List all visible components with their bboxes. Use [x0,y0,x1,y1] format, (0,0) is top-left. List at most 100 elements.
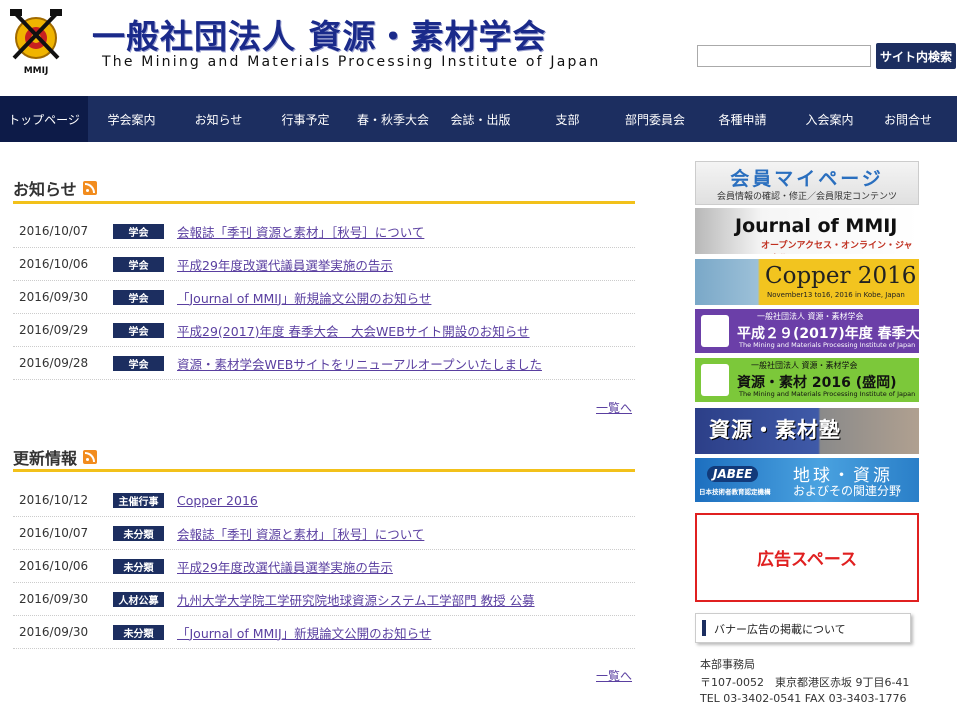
update-link[interactable]: Copper 2016 [177,493,258,508]
nav-item-applications[interactable]: 各種申請 [699,96,786,142]
category-badge: 未分類 [113,624,164,640]
update-date: 2016/09/30 [19,592,89,606]
mmij-logo[interactable]: MMIJ [8,8,64,76]
category-badge: 学会 [113,355,164,371]
autumn-meeting-banner[interactable]: 一般社団法人 資源・素材学会 資源・素材 2016 (盛岡) The Minin… [695,358,919,402]
journal-subtitle: オープンアクセス・オンライン・ジャーナル [761,241,913,251]
list-item: 2016/10/06 学会 平成29年度改選代議員選挙実施の告示 [13,248,635,281]
list-item: 2016/09/30 人材公募 九州大学大学院工学研究院地球資源システム工学部門… [13,583,635,616]
search-input[interactable] [697,45,871,67]
list-item: 2016/10/07 未分類 会報誌「季刊 資源と素材」［秋号］について [13,517,635,550]
office-name: 本部事務局 [700,658,755,671]
updates-divider [13,469,635,472]
nav-item-top[interactable]: トップページ [0,96,88,142]
list-item: 2016/09/30 学会 「Journal of MMIJ」新規論文公開のお知… [13,281,635,314]
news-date: 2016/09/29 [19,323,89,337]
update-date: 2016/09/30 [19,625,89,639]
update-link[interactable]: 「Journal of MMIJ」新規論文公開のお知らせ [177,623,431,642]
header: MMIJ 一般社団法人 資源・素材学会 The Mining and Mater… [0,0,957,96]
ad-space[interactable]: 広告スペース [695,513,919,602]
main-nav: トップページ 学会案内 お知らせ 行事予定 春・秋季大会 会誌・出版 支部 部門… [0,96,957,142]
jabee-banner[interactable]: JABEE 日本技術者教育認定機構 地球・資源 およびその関連分野 [695,458,919,502]
journal-banner[interactable]: Journal of MMIJ オープンアクセス・オンライン・ジャーナル [695,208,919,254]
banner-ad-info-label: バナー広告の掲載について [714,623,846,636]
updates-heading: 更新情報 [13,445,98,469]
category-badge: 学会 [113,289,164,305]
list-item: 2016/10/12 主催行事 Copper 2016 [13,484,635,517]
mypage-subtitle: 会員情報の確認・修正／会員限定コンテンツ [716,192,897,202]
news-date: 2016/10/07 [19,224,89,238]
updates-list: 2016/10/12 主催行事 Copper 2016 2016/10/07 未… [13,484,635,649]
news-title: お知らせ [13,180,77,199]
nav-item-about[interactable]: 学会案内 [88,96,175,142]
category-badge: 未分類 [113,525,164,541]
update-date: 2016/10/06 [19,559,89,573]
news-divider [13,201,635,204]
list-item: 2016/10/07 学会 会報誌「季刊 資源と素材」［秋号］について [13,215,635,248]
category-badge: 学会 [113,256,164,272]
mmij-logo-icon [701,364,729,396]
copper-subtitle: November13 to16, 2016 in Kobe, Japan [767,291,905,299]
news-link[interactable]: 平成29(2017)年度 春季大会 大会WEBサイト開設のお知らせ [177,321,530,340]
news-link[interactable]: 会報誌「季刊 資源と素材」［秋号］について [177,222,424,241]
update-link[interactable]: 会報誌「季刊 資源と素材」［秋号］について [177,524,424,543]
list-item: 2016/09/30 未分類 「Journal of MMIJ」新規論文公開のお… [13,616,635,649]
banner-ad-info-link[interactable]: バナー広告の掲載について [695,613,911,643]
spring-meeting-banner[interactable]: 一般社団法人 資源・素材学会 平成２９(2017)年度 春季大会 The Min… [695,309,919,353]
list-item: 2016/10/06 未分類 平成29年度改選代議員選挙実施の告示 [13,550,635,583]
news-link[interactable]: 資源・素材学会WEBサイトをリニューアルオープンいたしました [177,354,542,373]
jabee-logo: JABEE [707,466,759,482]
member-mypage-banner[interactable]: 会員マイページ 会員情報の確認・修正／会員限定コンテンツ [695,161,919,205]
updates-more-link[interactable]: 一覧へ [596,667,632,684]
office-phone: TEL 03-3402-0541 FAX 03-3403-1776 [700,692,907,705]
jabee-logo-sub: 日本技術者教育認定機構 [699,488,771,496]
nav-item-branches[interactable]: 支部 [524,96,611,142]
category-badge: 未分類 [113,558,164,574]
search-button[interactable]: サイト内検索 [876,43,956,69]
news-heading: お知らせ [13,176,97,200]
mypage-title: 会員マイページ [730,168,884,190]
update-date: 2016/10/07 [19,526,89,540]
rss-icon[interactable] [82,181,97,195]
category-badge: 学会 [113,223,164,239]
mmij-logo-icon [701,315,729,347]
list-item: 2016/09/28 学会 資源・素材学会WEBサイトをリニューアルオープンいた… [13,347,635,380]
category-badge: 主催行事 [113,492,164,508]
category-badge: 学会 [113,322,164,338]
office-address: 〒107-0052 東京都港区赤坂 9丁目6-41 [700,676,910,689]
juku-title: 資源・素材塾 [709,418,841,442]
nav-item-contact[interactable]: お問合せ [873,96,943,142]
news-more-link[interactable]: 一覧へ [596,399,632,416]
nav-item-news[interactable]: お知らせ [175,96,262,142]
spring-org: 一般社団法人 資源・素材学会 [757,312,864,321]
news-date: 2016/09/28 [19,356,89,370]
copper-2016-banner[interactable]: Copper 2016 November13 to16, 2016 in Kob… [695,259,919,305]
news-date: 2016/09/30 [19,290,89,304]
journal-title: Journal of MMIJ [735,215,898,237]
category-badge: 人材公募 [113,591,164,607]
autumn-org: 一般社団法人 資源・素材学会 [751,361,858,370]
nav-item-publications[interactable]: 会誌・出版 [437,96,524,142]
list-item: 2016/09/29 学会 平成29(2017)年度 春季大会 大会WEBサイト… [13,314,635,347]
nav-item-meetings[interactable]: 春・秋季大会 [349,96,437,142]
spring-title: 平成２９(2017)年度 春季大会 [737,326,919,342]
nav-item-events[interactable]: 行事予定 [262,96,349,142]
juku-banner[interactable]: 資源・素材塾 [695,408,919,454]
updates-title: 更新情報 [13,449,78,468]
news-link[interactable]: 平成29年度改選代議員選挙実施の告示 [177,255,393,274]
autumn-en: The Mining and Materials Processing Inst… [739,390,916,398]
autumn-title: 資源・素材 2016 (盛岡) [737,375,897,391]
rss-icon[interactable] [83,450,98,464]
news-link[interactable]: 「Journal of MMIJ」新規論文公開のお知らせ [177,288,431,307]
jabee-subtitle: およびその関連分野 [793,484,902,498]
update-link[interactable]: 九州大学大学院工学研究院地球資源システム工学部門 教授 公募 [177,590,535,609]
nav-item-committees[interactable]: 部門委員会 [611,96,699,142]
update-date: 2016/10/12 [19,493,89,507]
copper-title: Copper 2016 [765,263,917,289]
accent-bar [702,620,706,636]
nav-item-membership[interactable]: 入会案内 [786,96,873,142]
update-link[interactable]: 平成29年度改選代議員選挙実施の告示 [177,557,393,576]
spring-en: The Mining and Materials Processing Inst… [739,341,916,349]
news-list: 2016/10/07 学会 会報誌「季刊 資源と素材」［秋号］について 2016… [13,215,635,380]
site-title[interactable]: 一般社団法人 資源・素材学会 [92,10,547,58]
